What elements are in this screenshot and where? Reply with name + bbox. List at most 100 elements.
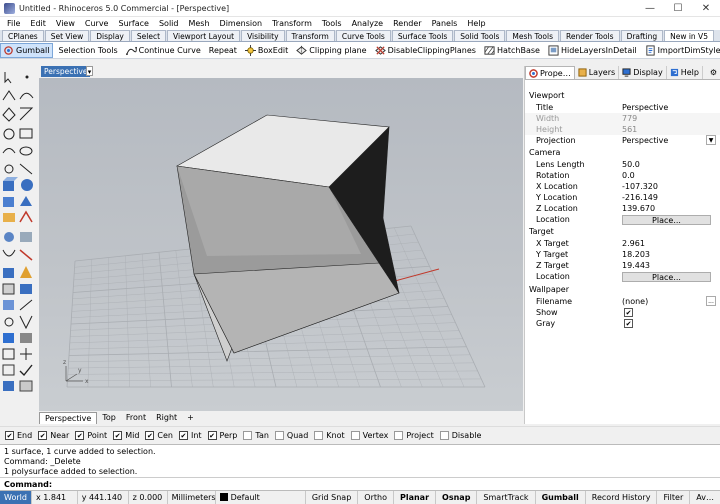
lens-length-value[interactable]: 50.0 (622, 159, 640, 170)
tab-visibility[interactable]: Visibility (241, 30, 284, 41)
grid-snap-toggle[interactable]: Grid Snap (306, 491, 358, 504)
menu-view[interactable]: View (51, 17, 80, 30)
menu-render[interactable]: Render (388, 17, 426, 30)
osnap-end[interactable]: ✔End (5, 431, 32, 440)
gumball-toggle[interactable]: Gumball (536, 491, 586, 504)
panel-tab-display[interactable]: Display (619, 66, 667, 79)
osnap-checkbox[interactable]: ✔ (179, 431, 188, 440)
perspective-viewport[interactable]: x z y (39, 78, 523, 411)
hatchbase-button[interactable]: HatchBase (482, 43, 542, 58)
browse-wallpaper-button[interactable]: ... (706, 296, 716, 306)
planar-toggle[interactable]: Planar (394, 491, 436, 504)
tab-viewport-layout[interactable]: Viewport Layout (167, 30, 240, 41)
osnap-disable[interactable]: Disable (440, 431, 482, 440)
z-location-value[interactable]: 139.670 (622, 203, 655, 214)
target-place-button[interactable]: Place... (622, 272, 711, 282)
osnap-toggle[interactable]: Osnap (436, 491, 477, 504)
hide-layers-in-detail-button[interactable]: HideLayersInDetail (546, 43, 639, 58)
osnap-project[interactable]: Project (394, 431, 433, 440)
z-target-value[interactable]: 19.443 (622, 260, 650, 271)
panel-settings-gear-icon[interactable]: ⚙ (707, 66, 720, 79)
panel-tab-properties[interactable]: Prope… (525, 66, 575, 79)
osnap-perp[interactable]: ✔Perp (208, 431, 238, 440)
ortho-toggle[interactable]: Ortho (358, 491, 394, 504)
command-input[interactable] (55, 479, 715, 489)
osnap-checkbox[interactable]: ✔ (38, 431, 47, 440)
gumball-button[interactable]: Gumball (0, 43, 53, 58)
clipping-plane-button[interactable]: Clipping plane (294, 43, 368, 58)
tab-display[interactable]: Display (90, 30, 130, 41)
tab-curve-tools[interactable]: Curve Tools (336, 30, 391, 41)
menu-dimension[interactable]: Dimension (215, 17, 268, 30)
viewport-tab-perspective[interactable]: Perspective (39, 412, 97, 424)
osnap-point[interactable]: ✔Point (75, 431, 107, 440)
projection-select[interactable]: Perspective (622, 135, 668, 146)
menu-mesh[interactable]: Mesh (183, 17, 214, 30)
tab-set-view[interactable]: Set View (45, 30, 90, 41)
osnap-checkbox[interactable] (394, 431, 403, 440)
viewport-tab-right[interactable]: Right (151, 412, 182, 424)
continue-curve-button[interactable]: Continue Curve (124, 43, 203, 58)
close-button[interactable]: ✕ (692, 0, 720, 17)
import-dim-styles-button[interactable]: ImportDimStyles (643, 43, 720, 58)
osnap-checkbox[interactable] (275, 431, 284, 440)
minimize-button[interactable]: — (636, 0, 664, 17)
menu-surface[interactable]: Surface (113, 17, 153, 30)
viewport-tab-front[interactable]: Front (121, 412, 151, 424)
record-history-toggle[interactable]: Record History (586, 491, 658, 504)
x-location-value[interactable]: -107.320 (622, 181, 658, 192)
osnap-checkbox[interactable] (440, 431, 449, 440)
gray-wallpaper-checkbox[interactable]: ✔ (624, 319, 633, 328)
osnap-near[interactable]: ✔Near (38, 431, 69, 440)
tab-cplanes[interactable]: CPlanes (2, 30, 44, 41)
menu-tools[interactable]: Tools (317, 17, 347, 30)
viewport-menu-chevron-down-icon[interactable]: ▾ (86, 66, 93, 76)
osnap-checkbox[interactable] (314, 431, 323, 440)
menu-transform[interactable]: Transform (267, 17, 317, 30)
menu-file[interactable]: File (2, 17, 25, 30)
boxedit-button[interactable]: BoxEdit (243, 43, 290, 58)
y-location-value[interactable]: -216.149 (622, 192, 658, 203)
menu-solid[interactable]: Solid (154, 17, 184, 30)
menu-analyze[interactable]: Analyze (347, 17, 389, 30)
current-layer[interactable]: Default (216, 491, 306, 504)
osnap-knot[interactable]: Knot (314, 431, 344, 440)
panel-tab-layers[interactable]: Layers (575, 66, 619, 79)
menu-panels[interactable]: Panels (427, 17, 463, 30)
tab-solid-tools[interactable]: Solid Tools (454, 30, 505, 41)
panel-tab-help[interactable]: Help (667, 66, 703, 79)
row-title-value[interactable]: Perspective (622, 102, 668, 113)
cplane-world[interactable]: World (0, 491, 32, 504)
osnap-tan[interactable]: Tan (243, 431, 269, 440)
tab-surface-tools[interactable]: Surface Tools (392, 30, 453, 41)
smarttrack-toggle[interactable]: SmartTrack (477, 491, 535, 504)
osnap-quad[interactable]: Quad (275, 431, 308, 440)
maximize-button[interactable]: ☐ (664, 0, 692, 17)
tab-drafting[interactable]: Drafting (621, 30, 664, 41)
osnap-checkbox[interactable] (243, 431, 252, 440)
tab-new-in-v5[interactable]: New in V5 (664, 30, 714, 41)
osnap-cen[interactable]: ✔Cen (145, 431, 173, 440)
osnap-checkbox[interactable]: ✔ (5, 431, 14, 440)
selection-tools-button[interactable]: Selection Tools (57, 43, 120, 58)
osnap-int[interactable]: ✔Int (179, 431, 202, 440)
show-wallpaper-checkbox[interactable]: ✔ (624, 308, 633, 317)
add-viewport-tab-button[interactable]: + (182, 412, 199, 424)
viewport-tab-top[interactable]: Top (97, 412, 121, 424)
projection-chevron-down-icon[interactable]: ▼ (706, 135, 716, 145)
tab-render-tools[interactable]: Render Tools (560, 30, 620, 41)
osnap-checkbox[interactable]: ✔ (145, 431, 154, 440)
osnap-checkbox[interactable]: ✔ (113, 431, 122, 440)
x-target-value[interactable]: 2.961 (622, 238, 645, 249)
filter-toggle[interactable]: Filter (657, 491, 690, 504)
menu-curve[interactable]: Curve (80, 17, 114, 30)
y-target-value[interactable]: 18.203 (622, 249, 650, 260)
osnap-checkbox[interactable]: ✔ (208, 431, 217, 440)
viewport-canvas[interactable]: x z y (39, 78, 523, 411)
viewport-title[interactable]: Perspective (41, 66, 90, 77)
camera-place-button[interactable]: Place... (622, 215, 711, 225)
menu-edit[interactable]: Edit (25, 17, 51, 30)
tab-mesh-tools[interactable]: Mesh Tools (506, 30, 559, 41)
disable-clipping-planes-button[interactable]: DisableClippingPlanes (373, 43, 478, 58)
tab-transform[interactable]: Transform (286, 30, 335, 41)
